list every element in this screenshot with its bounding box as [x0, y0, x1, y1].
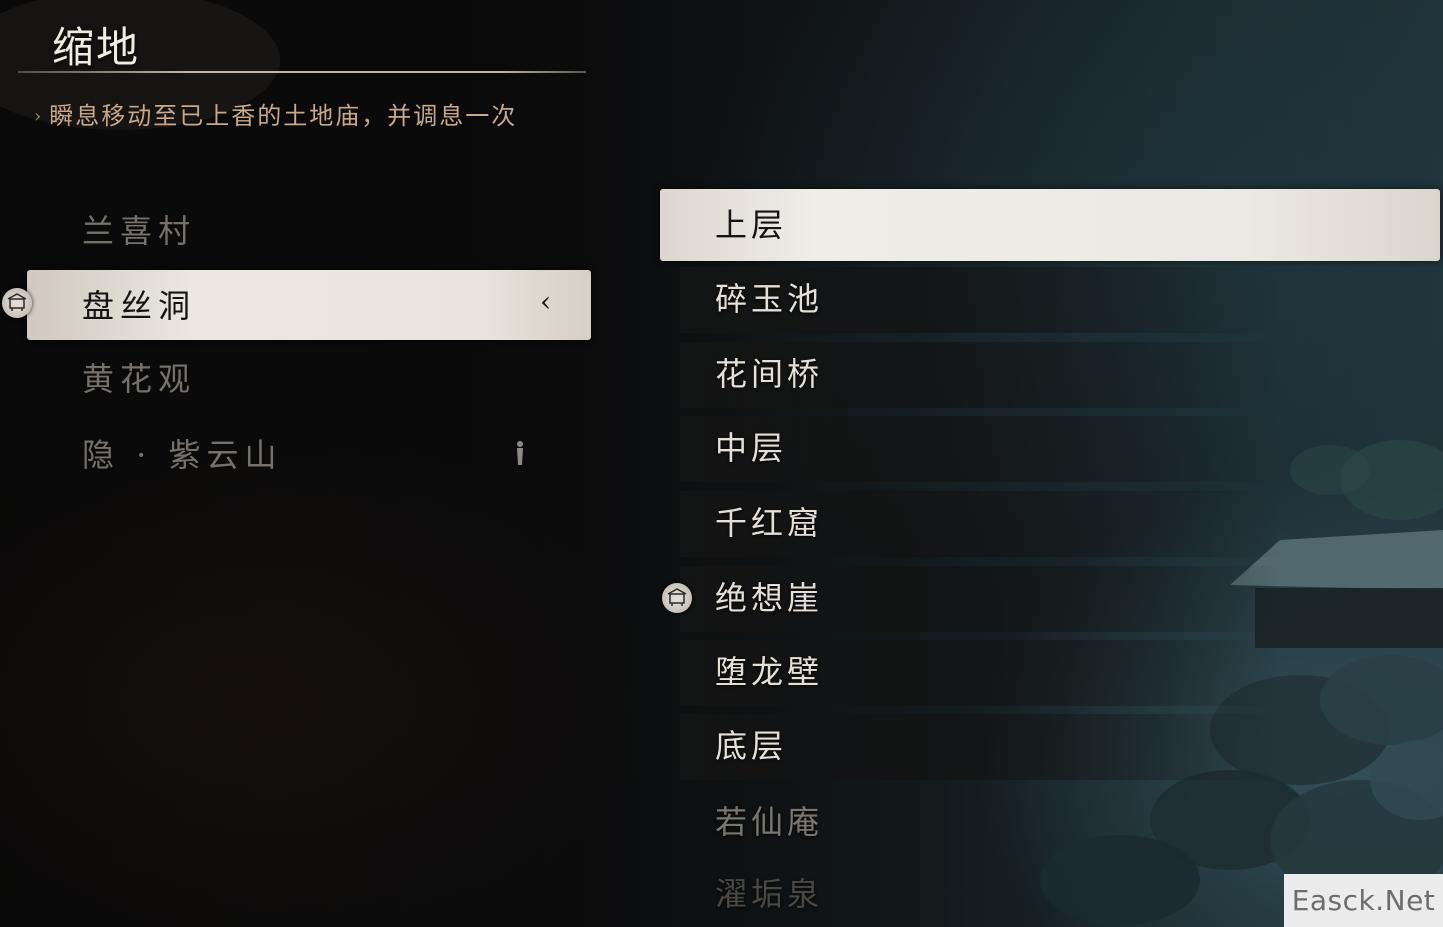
shrine-label: 堕龙壁	[715, 653, 824, 691]
region-item-lanxi-village[interactable]: 兰喜村	[0, 195, 600, 267]
shrine-label: 底层	[715, 727, 788, 765]
shrine-item-bottom-level[interactable]: 底层	[660, 710, 1443, 782]
region-item-pansi-cave[interactable]: 盘丝洞 ‹	[0, 266, 600, 340]
shrine-label: 花间桥	[715, 355, 824, 393]
shrine-item-suiyu-pool[interactable]: 碎玉池	[660, 263, 1443, 335]
shrine-label: 濯垢泉	[715, 875, 824, 913]
shrine-item-ruoxian-nunnery[interactable]: 若仙庵	[660, 786, 1443, 858]
shrine-label: 千红窟	[715, 504, 824, 542]
fast-travel-screen: 缩地 › 瞬息移动至已上香的土地庙，并调息一次 兰喜村 盘丝洞 ‹ 黄花观 隐 …	[0, 0, 1443, 927]
region-item-ziyun-mountain[interactable]: 隐 · 紫云山	[0, 419, 600, 491]
chevron-left-icon: ‹	[540, 285, 552, 318]
region-item-huanghua-temple[interactable]: 黄花观	[0, 343, 600, 415]
page-subtitle: › 瞬息移动至已上香的土地庙，并调息一次	[34, 96, 517, 131]
site-watermark: Easck.Net	[1284, 874, 1443, 927]
region-label: 兰喜村	[82, 212, 197, 250]
shrine-item-middle-level[interactable]: 中层	[660, 412, 1443, 484]
region-label: 黄花观	[82, 360, 197, 398]
subtitle-arrow-icon: ›	[34, 106, 44, 127]
shrine-item-duolong-wall[interactable]: 堕龙壁	[660, 636, 1443, 708]
shrine-label: 中层	[715, 429, 788, 467]
shrine-label: 绝想崖	[715, 579, 824, 617]
title-divider	[18, 71, 586, 73]
shrine-icon	[2, 288, 32, 318]
shrine-label: 上层	[715, 206, 788, 244]
shrine-item-upper-level[interactable]: 上层	[660, 189, 1443, 261]
shrine-item-juexiang-cliff[interactable]: 绝想崖	[660, 562, 1443, 634]
region-label: 盘丝洞	[82, 287, 197, 325]
region-label: 隐 · 紫云山	[82, 436, 283, 474]
shrine-label: 碎玉池	[715, 280, 824, 318]
page-title: 缩地	[52, 23, 141, 72]
subtitle-text: 瞬息移动至已上香的土地庙，并调息一次	[49, 102, 518, 130]
shrine-icon	[662, 583, 692, 613]
shrine-label: 若仙庵	[715, 803, 824, 841]
figure-icon	[517, 441, 523, 465]
shrine-item-huajian-bridge[interactable]: 花间桥	[660, 338, 1443, 410]
shrine-item-qianhong-cave[interactable]: 千红窟	[660, 487, 1443, 559]
